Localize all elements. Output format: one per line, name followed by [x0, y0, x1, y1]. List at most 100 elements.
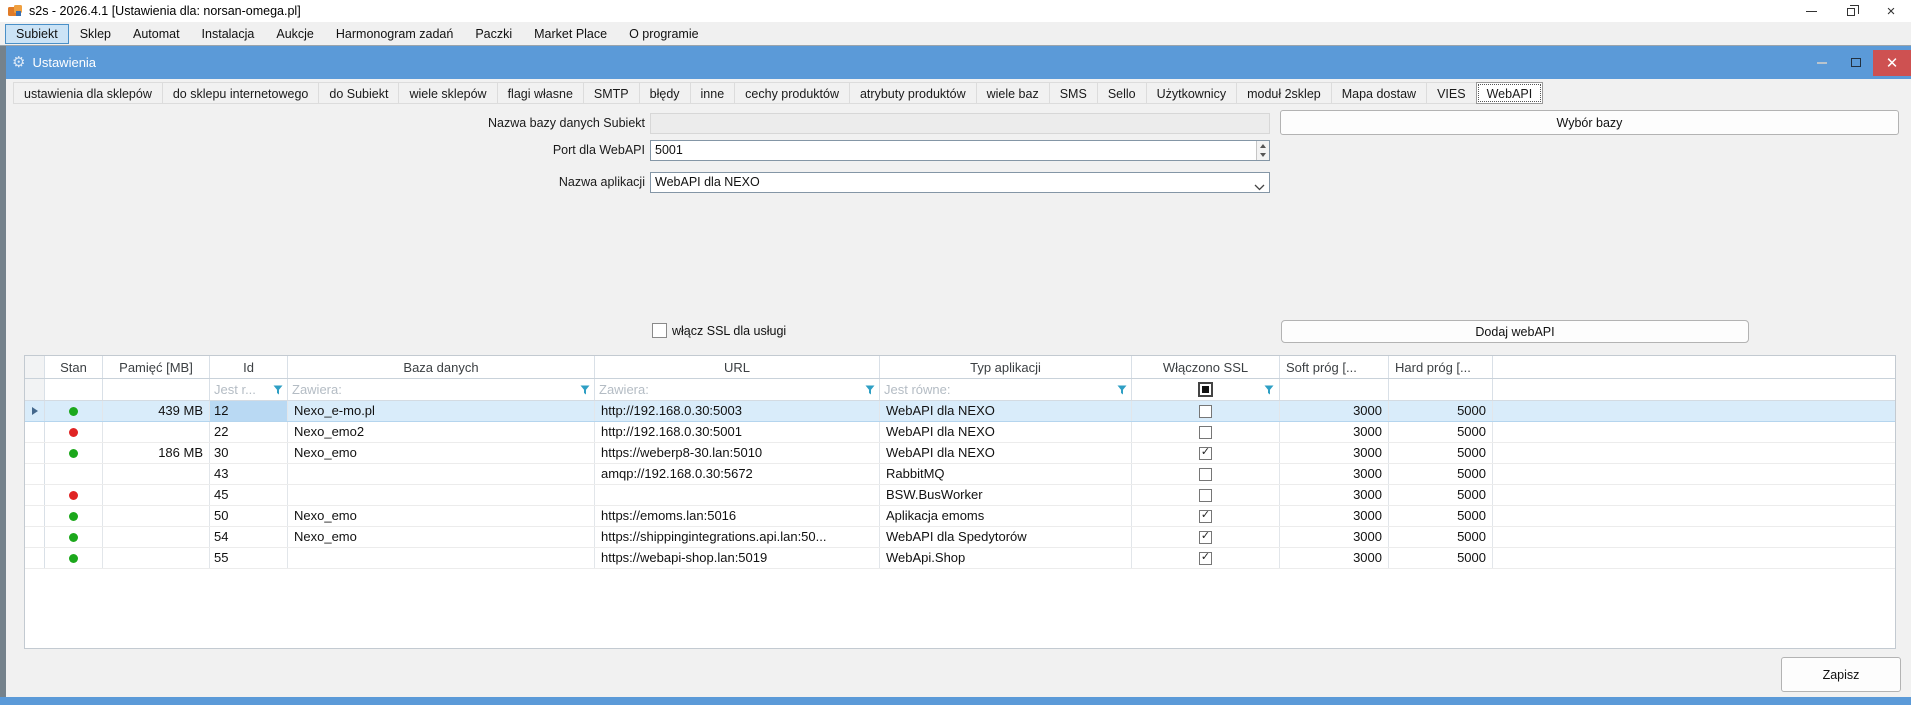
column-header-url[interactable]: URL	[595, 356, 880, 378]
filter-cell-url[interactable]: Zawiera:	[595, 379, 880, 400]
filter-funnel-icon[interactable]	[1117, 385, 1127, 395]
grid-header-row: StanPamięć [MB]IdBaza danychURLTyp aplik…	[25, 356, 1895, 379]
ssl-row-checkbox[interactable]	[1199, 489, 1212, 502]
port-input[interactable]: 5001	[650, 140, 1270, 161]
cell-stan	[45, 422, 103, 442]
menu-item-harmonogram-zadań[interactable]: Harmonogram zadań	[325, 24, 464, 44]
cell-ssl	[1132, 485, 1280, 505]
menu-item-instalacja[interactable]: Instalacja	[191, 24, 266, 44]
cell-typ-aplikacji: WebAPI dla NEXO	[880, 422, 1132, 442]
tab-smtp[interactable]: SMTP	[583, 82, 640, 104]
tab-błędy[interactable]: błędy	[639, 82, 691, 104]
ssl-row-checkbox[interactable]	[1199, 426, 1212, 439]
cell-url: https://shippingintegrations.api.lan:50.…	[595, 527, 880, 547]
tab-atrybuty-produktów[interactable]: atrybuty produktów	[849, 82, 977, 104]
status-dot-green	[69, 533, 78, 542]
ssl-row-checkbox[interactable]	[1199, 468, 1212, 481]
grid-row-id-12[interactable]: 439 MB12Nexo_e-mo.plhttp://192.168.0.30:…	[25, 401, 1895, 422]
column-header-stan[interactable]: Stan	[45, 356, 103, 378]
column-header-ssl[interactable]: Włączono SSL	[1132, 356, 1280, 378]
cell-typ-aplikacji: WebAPI dla Spedytorów	[880, 527, 1132, 547]
tab-inne[interactable]: inne	[690, 82, 736, 104]
tab-moduł-2sklep[interactable]: moduł 2sklep	[1236, 82, 1332, 104]
column-header-id[interactable]: Id	[210, 356, 288, 378]
app-restore-button[interactable]	[1831, 0, 1871, 22]
filter-cell-typ[interactable]: Jest równe:	[880, 379, 1132, 400]
tab-sello[interactable]: Sello	[1097, 82, 1147, 104]
menu-item-subiekt[interactable]: Subiekt	[5, 24, 69, 44]
minimize-icon	[1817, 62, 1827, 64]
ssl-row-checkbox[interactable]	[1199, 552, 1212, 565]
menu-item-market-place[interactable]: Market Place	[523, 24, 618, 44]
cell-baza-danych: Nexo_emo	[288, 527, 595, 547]
column-header-pam[interactable]: Pamięć [MB]	[103, 356, 210, 378]
menu-item-paczki[interactable]: Paczki	[464, 24, 523, 44]
add-webapi-button[interactable]: Dodaj webAPI	[1281, 320, 1749, 343]
ssl-row-checkbox[interactable]	[1199, 447, 1212, 460]
app-minimize-button[interactable]	[1791, 0, 1831, 22]
tab-sms[interactable]: SMS	[1049, 82, 1098, 104]
cell-typ-aplikacji: WebAPI dla NEXO	[880, 443, 1132, 463]
tab-webapi[interactable]: WebAPI	[1476, 82, 1544, 104]
settings-title: Ustawienia	[32, 55, 96, 70]
tab-użytkownicy[interactable]: Użytkownicy	[1146, 82, 1237, 104]
ssl-row-checkbox[interactable]	[1199, 510, 1212, 523]
menu-item-automat[interactable]: Automat	[122, 24, 191, 44]
tab-mapa-dostaw[interactable]: Mapa dostaw	[1331, 82, 1427, 104]
status-dot-red	[69, 491, 78, 500]
filter-funnel-icon[interactable]	[865, 385, 875, 395]
filter-funnel-icon[interactable]	[273, 385, 283, 395]
app-close-button[interactable]: ×	[1871, 0, 1911, 22]
tab-wiele-sklepów[interactable]: wiele sklepów	[398, 82, 497, 104]
menu-item-sklep[interactable]: Sklep	[69, 24, 122, 44]
ssl-checkbox[interactable]	[652, 323, 667, 338]
ssl-row-checkbox[interactable]	[1199, 405, 1212, 418]
filter-funnel-icon[interactable]	[1264, 385, 1274, 395]
column-header-typ[interactable]: Typ aplikacji	[880, 356, 1132, 378]
tab-ustawienia-dla-sklepów[interactable]: ustawienia dla sklepów	[13, 82, 163, 104]
filter-funnel-icon[interactable]	[580, 385, 590, 395]
grid-row-id-50[interactable]: 50Nexo_emohttps://emoms.lan:5016Aplikacj…	[25, 506, 1895, 527]
save-button[interactable]: Zapisz	[1781, 657, 1901, 692]
settings-maximize-button[interactable]	[1839, 46, 1873, 79]
tab-cechy-produktów[interactable]: cechy produktów	[734, 82, 850, 104]
grid-row-id-55[interactable]: 55https://webapi-shop.lan:5019WebApi.Sho…	[25, 548, 1895, 569]
filter-cell-id[interactable]: Jest r...	[210, 379, 288, 400]
tab-do-subiekt[interactable]: do Subiekt	[318, 82, 399, 104]
maximize-icon	[1851, 58, 1861, 67]
menu-item-aukcje[interactable]: Aukcje	[265, 24, 325, 44]
close-icon: ×	[1887, 4, 1896, 19]
cell-indicator	[25, 443, 45, 463]
db-name-field	[650, 113, 1270, 134]
tab-wiele-baz[interactable]: wiele baz	[976, 82, 1050, 104]
spinner-down-button[interactable]	[1257, 151, 1269, 161]
grid-row-id-54[interactable]: 54Nexo_emohttps://shippingintegrations.a…	[25, 527, 1895, 548]
cell-ssl	[1132, 464, 1280, 484]
column-header-soft[interactable]: Soft próg [...	[1280, 356, 1389, 378]
filter-cell-ssl[interactable]	[1132, 379, 1280, 400]
menu-item-o-programie[interactable]: O programie	[618, 24, 709, 44]
column-header-baza[interactable]: Baza danych	[288, 356, 595, 378]
cell-ssl	[1132, 422, 1280, 442]
ssl-filter-checkbox[interactable]	[1198, 382, 1213, 397]
column-header-hard[interactable]: Hard próg [...	[1389, 356, 1493, 378]
settings-minimize-button[interactable]	[1805, 46, 1839, 79]
choose-database-button[interactable]: Wybór bazy	[1280, 110, 1899, 135]
tab-flagi-własne[interactable]: flagi własne	[497, 82, 584, 104]
settings-close-button[interactable]: ✕	[1873, 50, 1911, 76]
ssl-row-checkbox[interactable]	[1199, 531, 1212, 544]
cell-hard-prog: 5000	[1389, 443, 1493, 463]
app-name-dropdown[interactable]: WebAPI dla NEXO	[650, 172, 1270, 193]
cell-hard-prog: 5000	[1389, 527, 1493, 547]
tab-vies[interactable]: VIES	[1426, 82, 1477, 104]
grid-row-id-22[interactable]: 22Nexo_emo2http://192.168.0.30:5001WebAP…	[25, 422, 1895, 443]
filter-cell-baza[interactable]: Zawiera:	[288, 379, 595, 400]
port-spinner	[1256, 141, 1269, 160]
tab-do-sklepu-internetowego[interactable]: do sklepu internetowego	[162, 82, 320, 104]
grid-row-id-30[interactable]: 186 MB30Nexo_emohttps://weberp8-30.lan:5…	[25, 443, 1895, 464]
grid-row-id-45[interactable]: 45BSW.BusWorker30005000	[25, 485, 1895, 506]
spinner-up-button[interactable]	[1257, 141, 1269, 151]
grid-row-id-43[interactable]: 43amqp://192.168.0.30:5672RabbitMQ300050…	[25, 464, 1895, 485]
cell-id: 12	[210, 401, 288, 421]
filter-text: Zawiera:	[292, 382, 580, 397]
